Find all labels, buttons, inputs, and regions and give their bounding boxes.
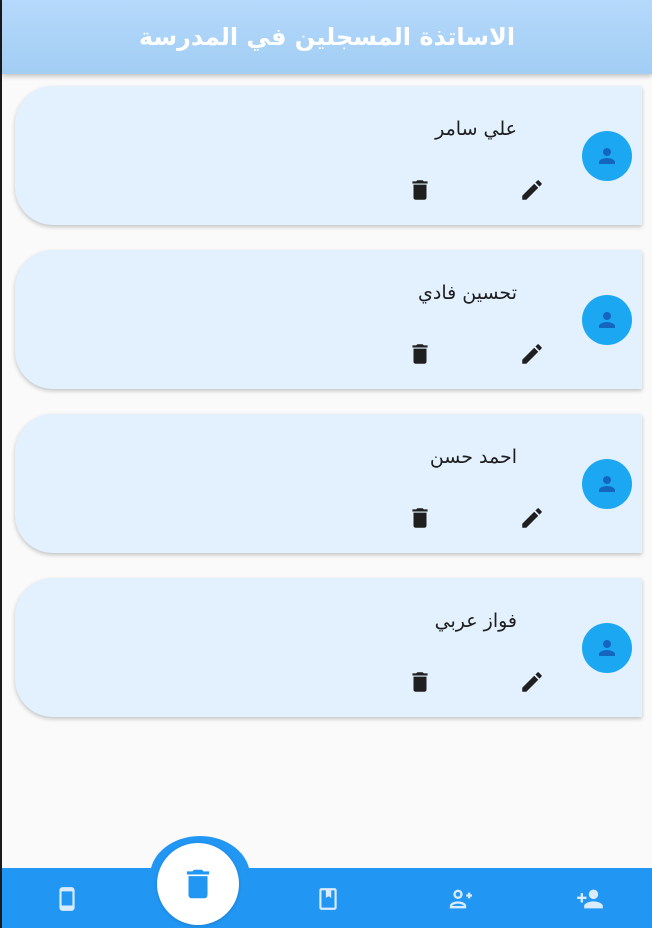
bottom-navigation <box>2 868 652 928</box>
trash-icon <box>412 672 428 692</box>
person-add-icon <box>577 889 603 909</box>
teacher-name: تحسين فادي <box>418 282 517 304</box>
person-icon <box>599 148 615 164</box>
book-icon <box>319 888 337 910</box>
page-title: الاساتذة المسجلين في المدرسة <box>138 23 516 51</box>
trash-icon <box>412 344 428 364</box>
trash-icon <box>186 869 210 899</box>
person-icon <box>599 312 615 328</box>
teacher-name: علي سامر <box>435 118 517 140</box>
edit-button[interactable] <box>517 667 547 697</box>
teacher-card: فواز عربي <box>15 578 642 717</box>
teacher-name: فواز عربي <box>434 610 517 632</box>
edit-button[interactable] <box>517 175 547 205</box>
app-bar: الاساتذة المسجلين في المدرسة <box>2 0 652 74</box>
delete-button[interactable] <box>405 339 435 369</box>
teacher-card: علي سامر <box>15 86 642 225</box>
teacher-card: تحسين فادي <box>15 250 642 389</box>
delete-button[interactable] <box>405 667 435 697</box>
delete-fab-button[interactable] <box>157 843 239 925</box>
edit-button[interactable] <box>517 339 547 369</box>
person-icon <box>599 476 615 492</box>
trash-icon <box>412 508 428 528</box>
edit-button[interactable] <box>517 503 547 533</box>
teacher-name: احمد حسن <box>429 446 517 468</box>
pencil-icon <box>522 672 542 692</box>
trash-icon <box>412 180 428 200</box>
person-icon <box>599 640 615 656</box>
avatar <box>582 131 632 181</box>
nav-item-phone[interactable] <box>52 884 82 914</box>
delete-button[interactable] <box>405 175 435 205</box>
window-edge <box>0 0 2 928</box>
phone-icon <box>59 887 75 911</box>
pencil-icon <box>522 344 542 364</box>
avatar <box>582 459 632 509</box>
avatar <box>582 623 632 673</box>
person-add-outline-icon <box>449 889 472 909</box>
delete-button[interactable] <box>405 503 435 533</box>
nav-item-add-person[interactable] <box>575 884 605 914</box>
teacher-card: احمد حسن <box>15 414 642 553</box>
avatar <box>582 295 632 345</box>
pencil-icon <box>522 180 542 200</box>
pencil-icon <box>522 508 542 528</box>
nav-item-book[interactable] <box>313 884 343 914</box>
nav-item-add-teacher[interactable] <box>443 884 473 914</box>
